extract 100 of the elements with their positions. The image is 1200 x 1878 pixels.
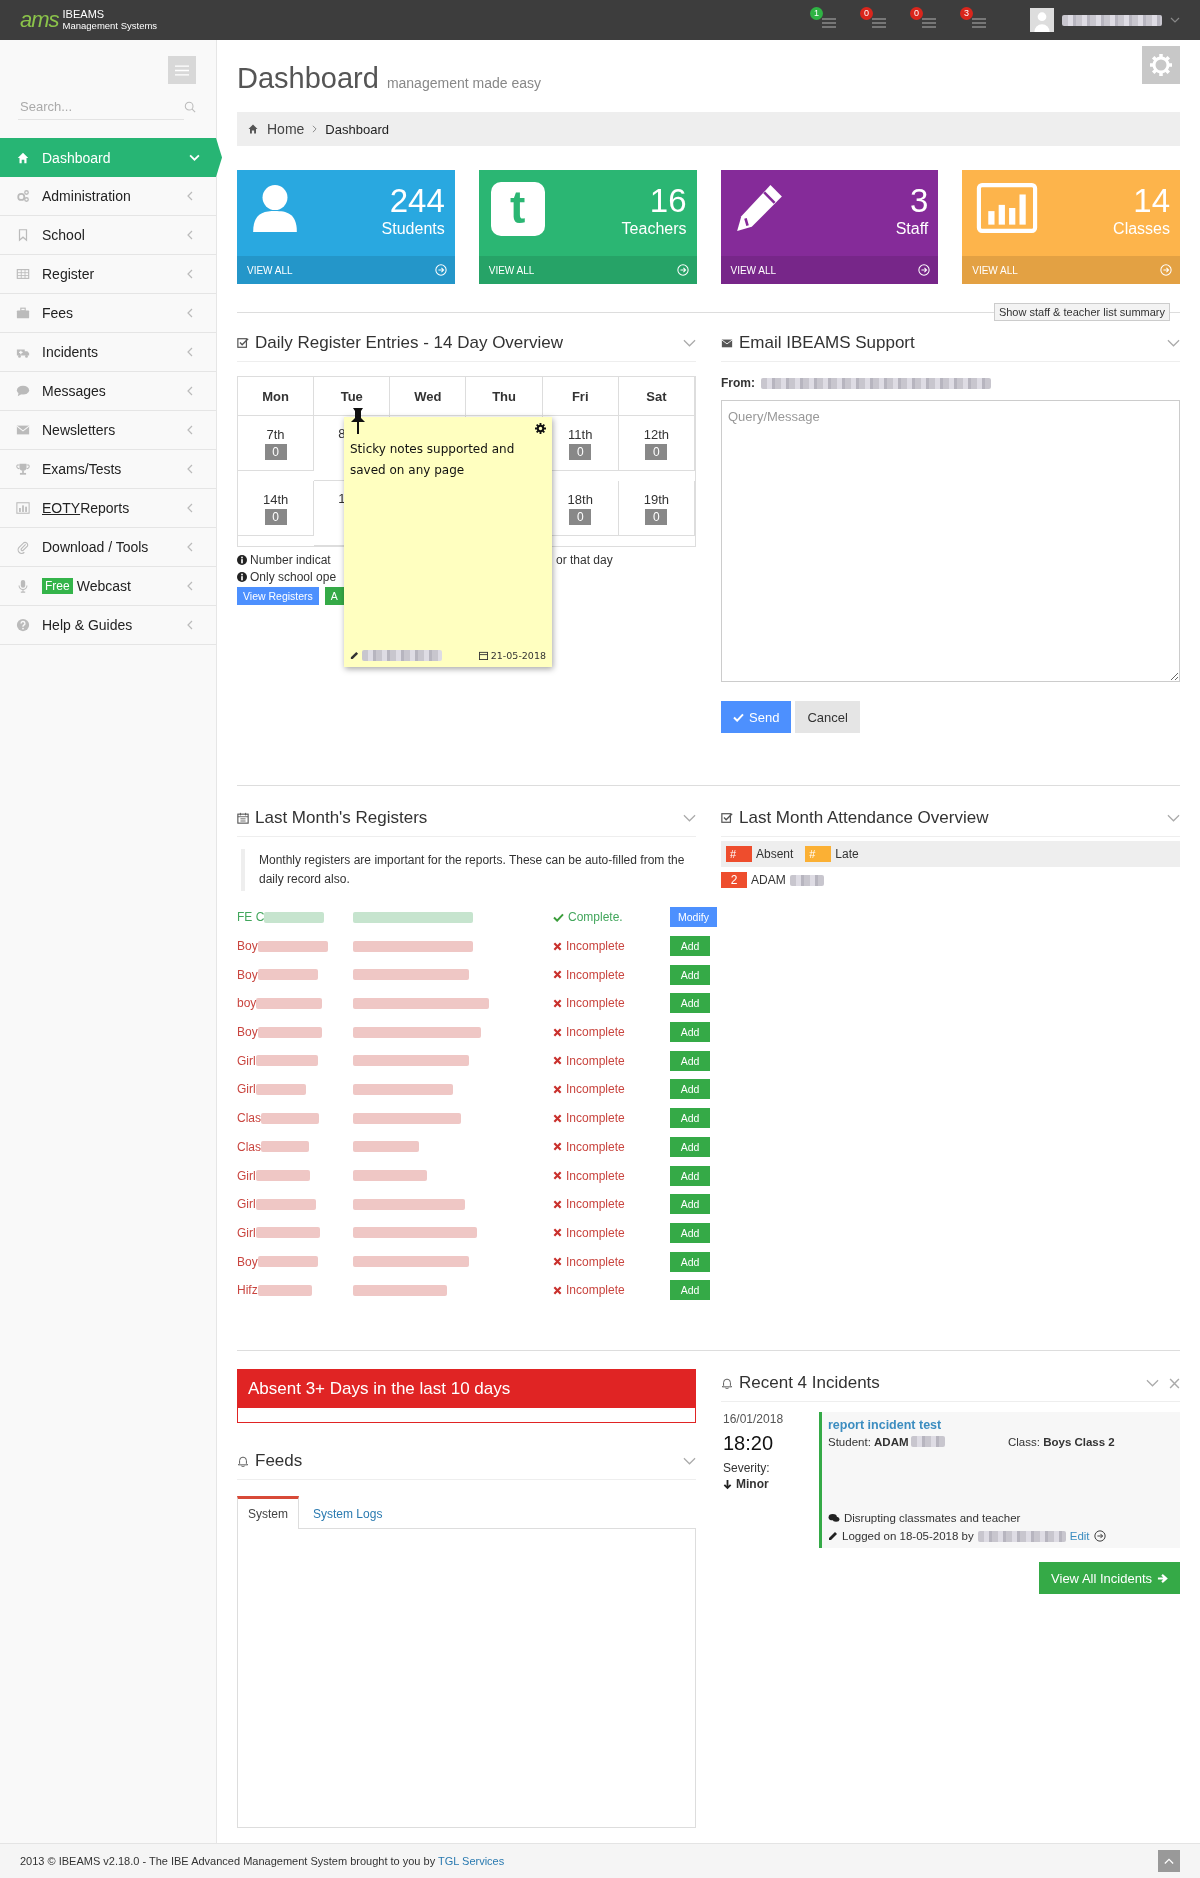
view-all-link[interactable]: VIEW ALL bbox=[720, 256, 939, 284]
count-badge: 0 bbox=[645, 508, 668, 525]
blurred-text bbox=[910, 1436, 945, 1447]
panel-title: Email IBEAMS Support bbox=[739, 333, 916, 353]
message-field[interactable]: Query/Message bbox=[721, 400, 1180, 682]
collapse-icon[interactable] bbox=[683, 814, 696, 822]
tasks-button[interactable]: 1 bbox=[810, 7, 840, 33]
breadcrumb-link[interactable]: Home bbox=[267, 121, 305, 137]
add-button[interactable]: Add bbox=[670, 1050, 710, 1071]
cross-icon bbox=[553, 1285, 562, 1295]
stat-value: 16 bbox=[649, 182, 687, 220]
status-label: Incomplete bbox=[553, 1139, 670, 1154]
add-button[interactable]: Add bbox=[670, 1222, 710, 1243]
bell-icon bbox=[237, 1455, 249, 1467]
stat-value: 3 bbox=[909, 182, 929, 220]
count-badge: 2 bbox=[721, 872, 747, 888]
view-all-link[interactable]: VIEW ALL bbox=[237, 256, 455, 284]
class-name: Girl bbox=[237, 1197, 256, 1212]
chevron-icon bbox=[186, 269, 194, 279]
home-icon bbox=[247, 123, 259, 135]
incident-title[interactable]: report incident test bbox=[828, 1418, 1174, 1432]
blurred-text bbox=[261, 1112, 319, 1124]
add-button[interactable]: Add bbox=[670, 1165, 710, 1186]
arrow-circle-icon bbox=[1093, 1530, 1106, 1542]
footer-link[interactable]: TGL Services bbox=[438, 1855, 505, 1867]
breadcrumb-link[interactable]: Dashboard bbox=[325, 121, 389, 137]
student-label: Student: ADAM bbox=[828, 1436, 909, 1448]
bell-icon bbox=[721, 1377, 733, 1389]
blurred-text bbox=[257, 940, 328, 952]
add-button[interactable]: Add bbox=[670, 1251, 710, 1272]
list-button[interactable]: 3 bbox=[960, 7, 990, 33]
register-button[interactable]: View Registers bbox=[237, 587, 319, 605]
summary-button[interactable]: Show staff & teacher list summary bbox=[993, 303, 1170, 321]
feed-tab[interactable]: System Logs bbox=[303, 1496, 393, 1529]
add-button[interactable]: Add bbox=[670, 1136, 710, 1157]
page-subtitle: management made easy bbox=[386, 75, 541, 91]
add-button[interactable]: Add bbox=[670, 1280, 710, 1301]
day-header: Fri bbox=[542, 377, 619, 416]
student-name: ADAM bbox=[751, 873, 786, 887]
legend-label: Late bbox=[835, 847, 859, 861]
calendar-icon bbox=[478, 651, 488, 660]
user-menu[interactable] bbox=[1030, 8, 1180, 32]
close-icon[interactable] bbox=[1169, 1377, 1180, 1389]
legend-swatch: # bbox=[726, 846, 752, 862]
menu-item[interactable]: Dashboard bbox=[0, 138, 222, 177]
chevron-icon bbox=[186, 425, 194, 435]
settings-button[interactable] bbox=[1142, 46, 1180, 84]
class-name: Boy bbox=[237, 967, 258, 982]
gear-icon[interactable] bbox=[535, 423, 546, 434]
view-all-incidents-button[interactable]: View All Incidents bbox=[1039, 1562, 1180, 1594]
blurred-text bbox=[264, 911, 325, 923]
sticky-note[interactable]: Sticky notes supported and saved on any page 21-05-2018 bbox=[344, 417, 552, 667]
cross-icon bbox=[553, 998, 562, 1008]
day-header: Sat bbox=[618, 377, 695, 416]
grid-icon bbox=[16, 267, 30, 281]
add-button[interactable]: Add bbox=[670, 993, 710, 1014]
status-label: Incomplete bbox=[553, 1168, 670, 1183]
chevron-icon bbox=[186, 542, 194, 552]
count-badge: 0 bbox=[910, 7, 923, 20]
search-field[interactable]: Search... bbox=[18, 94, 184, 120]
pencil-icon bbox=[828, 1531, 838, 1541]
collapse-icon[interactable] bbox=[683, 1457, 696, 1465]
warning-button[interactable]: 0 bbox=[860, 7, 890, 33]
settings-icon bbox=[1149, 53, 1173, 77]
edit-link[interactable]: Edit bbox=[1069, 1530, 1090, 1542]
chevron-icon bbox=[186, 308, 194, 318]
briefcase-icon bbox=[16, 306, 30, 320]
cross-icon bbox=[553, 1228, 562, 1238]
collapse-icon[interactable] bbox=[1146, 1379, 1159, 1387]
register-button[interactable]: A bbox=[324, 587, 344, 605]
cancel-button[interactable]: Cancel bbox=[795, 701, 860, 733]
feed-tab[interactable]: System bbox=[237, 1496, 299, 1529]
note-text: Only school ope bbox=[250, 570, 337, 584]
scroll-top-button[interactable] bbox=[1158, 1850, 1180, 1872]
status-label: Incomplete bbox=[553, 1225, 670, 1240]
chevron-up-icon bbox=[1164, 1857, 1174, 1865]
blurred-text bbox=[256, 997, 323, 1009]
view-all-link[interactable]: VIEW ALL bbox=[478, 256, 697, 284]
stat-label: Staff bbox=[895, 220, 929, 238]
collapse-icon[interactable] bbox=[683, 339, 696, 347]
incident-description: Disrupting classmates and teacher bbox=[844, 1512, 1021, 1524]
chevron-icon bbox=[186, 503, 194, 513]
down-arrow-icon bbox=[723, 1478, 732, 1490]
menu-button[interactable] bbox=[168, 56, 196, 84]
add-button[interactable]: Add bbox=[670, 936, 710, 957]
collapse-icon[interactable] bbox=[1167, 814, 1180, 822]
add-button[interactable]: Add bbox=[670, 1194, 710, 1215]
add-button[interactable]: Add bbox=[670, 964, 710, 985]
modify-button[interactable]: Modify bbox=[670, 907, 717, 928]
add-button[interactable]: Add bbox=[670, 1079, 710, 1100]
view-all-link[interactable]: VIEW ALL bbox=[962, 256, 1180, 284]
class-name: Girl bbox=[237, 1225, 256, 1240]
add-button[interactable]: Add bbox=[670, 1022, 710, 1043]
cross-icon bbox=[553, 1113, 562, 1123]
send-button[interactable]: Send bbox=[721, 701, 792, 733]
logged-text: Logged on 18-05-2018 by bbox=[842, 1530, 974, 1542]
add-button[interactable]: Add bbox=[670, 1108, 710, 1129]
status-label: Complete. bbox=[553, 910, 670, 925]
collapse-icon[interactable] bbox=[1167, 339, 1180, 347]
envelope-button[interactable]: 0 bbox=[910, 7, 940, 33]
